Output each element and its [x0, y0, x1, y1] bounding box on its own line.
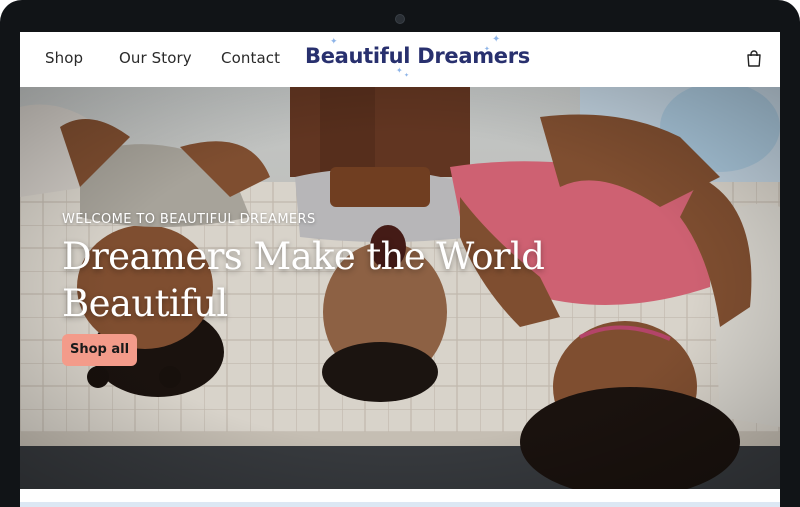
shop-all-button[interactable]: Shop all — [62, 334, 138, 366]
hero-title: Dreamers Make the World Beautiful — [62, 235, 545, 325]
site-header: Shop Our Story Contact ✦ ✦ ✦ ✦ ✦ Beautif… — [20, 32, 780, 87]
browser-viewport: Shop Our Story Contact ✦ ✦ ✦ ✦ ✦ Beautif… — [20, 32, 780, 507]
nav-shop[interactable]: Shop — [45, 49, 83, 67]
shopping-bag-icon[interactable] — [746, 50, 762, 67]
site-logo[interactable]: ✦ ✦ ✦ ✦ ✦ Beautiful Dreamers — [288, 34, 530, 84]
section-divider — [20, 502, 780, 507]
webcam — [395, 14, 405, 24]
sparkle-icon: ✦ — [404, 73, 410, 79]
hero-banner: WELCOME TO BEAUTIFUL DREAMERS Dreamers M… — [20, 87, 780, 489]
nav-our-story[interactable]: Our Story — [119, 49, 192, 67]
hero-eyebrow: WELCOME TO BEAUTIFUL DREAMERS — [62, 212, 316, 227]
logo-text: Beautiful Dreamers — [305, 44, 530, 68]
nav-contact[interactable]: Contact — [221, 49, 280, 67]
